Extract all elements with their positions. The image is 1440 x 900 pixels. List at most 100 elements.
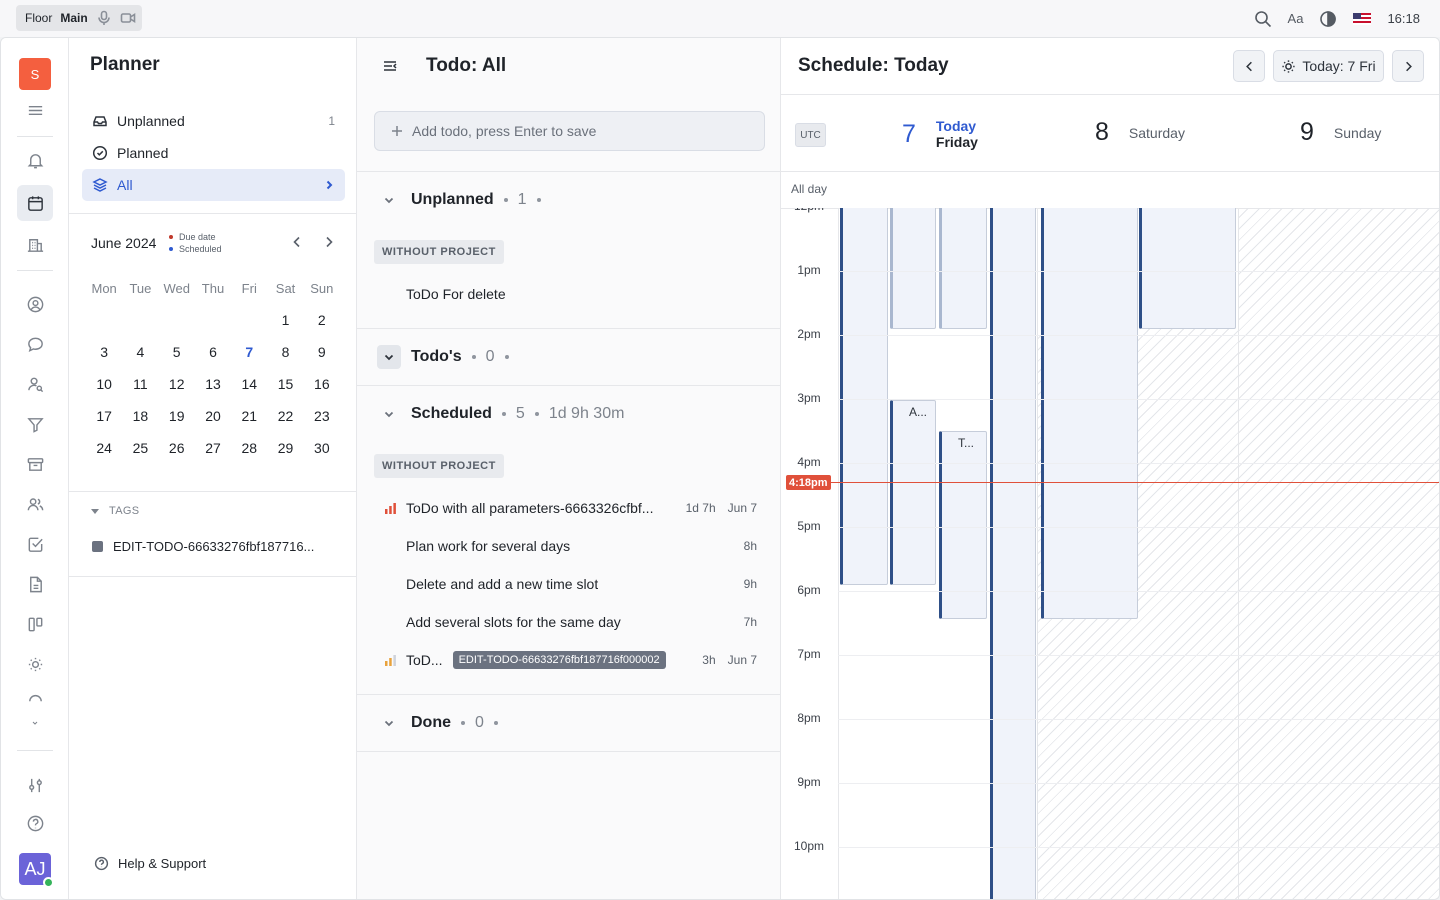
chevron-left-icon — [293, 236, 300, 248]
calendar-day[interactable]: 17 — [86, 408, 122, 424]
schedule-prev-button[interactable] — [1233, 50, 1265, 82]
tag-item[interactable]: EDIT-TODO-66633276fbf187716... — [92, 539, 342, 554]
chat-button[interactable] — [17, 326, 53, 362]
notifications-button[interactable] — [17, 142, 53, 178]
calendar-day[interactable]: 21 — [231, 408, 267, 424]
contrast-icon[interactable] — [1319, 10, 1337, 28]
expand-rail-button[interactable] — [17, 712, 53, 734]
today-button[interactable]: Today: 7 Fri — [1273, 50, 1384, 82]
help-button[interactable] — [17, 805, 53, 841]
add-todo-field[interactable] — [374, 111, 765, 151]
calendar-day[interactable]: 28 — [231, 440, 267, 456]
help-support-link[interactable]: Help & Support — [94, 856, 206, 871]
hr-button[interactable] — [17, 486, 53, 522]
todo-row[interactable]: ToDo with all parameters-6663326cfbf... … — [374, 489, 765, 527]
day-header-today[interactable]: 7 Today Friday — [902, 118, 978, 150]
section-todos-header[interactable]: Todo's 0 — [377, 345, 509, 369]
collapse-sidebar-button[interactable] — [381, 57, 399, 75]
calendar-day[interactable]: 26 — [159, 440, 195, 456]
microphone-icon[interactable] — [96, 10, 112, 26]
calendar-day[interactable]: 30 — [304, 440, 340, 456]
video-camera-icon[interactable] — [120, 10, 136, 26]
calendar-day[interactable]: 5 — [159, 344, 195, 360]
nav-item-unplanned[interactable]: Unplanned 1 — [82, 105, 345, 137]
todo-row[interactable]: Add several slots for the same day 7h — [374, 603, 765, 641]
calendar-day[interactable]: 22 — [267, 408, 303, 424]
calendar-day[interactable]: 23 — [304, 408, 340, 424]
section-unplanned-header[interactable]: Unplanned 1 — [377, 188, 541, 212]
section-toggle[interactable] — [377, 188, 401, 212]
section-toggle[interactable] — [377, 402, 401, 426]
tasks-button[interactable] — [17, 526, 53, 562]
section-done-header[interactable]: Done 0 — [377, 711, 498, 735]
calendar-day[interactable]: 20 — [195, 408, 231, 424]
calendar-day[interactable]: 8 — [267, 344, 303, 360]
calendar-day[interactable]: 16 — [304, 376, 340, 392]
calendar-day[interactable]: 14 — [231, 376, 267, 392]
day-header-sunday[interactable]: 9 Sunday — [1300, 118, 1381, 147]
calendar-day[interactable]: 13 — [195, 376, 231, 392]
workspace-switcher[interactable]: Floor Main — [16, 5, 142, 31]
event-block[interactable] — [1041, 208, 1138, 619]
calendar-day[interactable]: 18 — [122, 408, 158, 424]
calendar-day[interactable]: 6 — [195, 344, 231, 360]
section-toggle[interactable] — [377, 345, 401, 369]
schedule-next-button[interactable] — [1392, 50, 1424, 82]
event-block[interactable] — [840, 208, 888, 585]
tag-chip[interactable]: EDIT-TODO-66633276fbf187716f000002 — [452, 651, 666, 669]
event-block[interactable]: A... — [890, 400, 936, 585]
event-block[interactable] — [990, 208, 1036, 899]
search-icon[interactable] — [1254, 10, 1272, 28]
menu-button[interactable] — [17, 92, 53, 128]
event-title: T... — [958, 436, 975, 450]
calendar-day[interactable]: 15 — [267, 376, 303, 392]
calendar-day[interactable]: 10 — [86, 376, 122, 392]
event-block[interactable] — [890, 208, 936, 329]
calendar-day[interactable]: 27 — [195, 440, 231, 456]
day-header-saturday[interactable]: 8 Saturday — [1095, 118, 1185, 147]
calendar-day[interactable]: 11 — [122, 376, 158, 392]
calendar-day[interactable]: 1 — [267, 312, 303, 328]
planner-button[interactable] — [17, 185, 53, 221]
timezone-badge[interactable]: UTC — [795, 123, 826, 147]
section-toggle[interactable] — [377, 711, 401, 735]
boards-button[interactable] — [17, 606, 53, 642]
workspace-avatar[interactable]: S — [19, 58, 51, 90]
calendar-day[interactable]: 24 — [86, 440, 122, 456]
todo-row[interactable]: ToDo For delete — [374, 275, 765, 313]
documents-button[interactable] — [17, 566, 53, 602]
more-apps-button[interactable] — [17, 686, 53, 708]
calendar-day[interactable]: 29 — [267, 440, 303, 456]
calendar-day[interactable]: 9 — [304, 344, 340, 360]
todo-row[interactable]: Delete and add a new time slot 9h — [374, 565, 765, 603]
calendar-day[interactable]: 19 — [159, 408, 195, 424]
calendar-day[interactable]: 3 — [86, 344, 122, 360]
preferences-button[interactable] — [17, 767, 53, 803]
calendar-day[interactable]: 12 — [159, 376, 195, 392]
inventory-button[interactable] — [17, 446, 53, 482]
event-block[interactable] — [1139, 208, 1236, 329]
nav-item-planned[interactable]: Planned — [82, 137, 345, 169]
todo-row[interactable]: Plan work for several days 8h — [374, 527, 765, 565]
contacts-button[interactable] — [17, 286, 53, 322]
us-flag-icon[interactable] — [1353, 12, 1372, 25]
schedule-grid[interactable]: A... T... 12pm 1pm 2pm 3pm 4pm 5pm 6pm 7pm 8pm 9p… — [781, 208, 1439, 899]
leads-button[interactable] — [17, 406, 53, 442]
calendar-day[interactable]: 25 — [122, 440, 158, 456]
calendar-day[interactable]: 7 — [231, 344, 267, 360]
tags-section-toggle[interactable]: TAGS — [91, 505, 139, 517]
font-size-icon[interactable]: Aa — [1288, 11, 1304, 26]
add-todo-input[interactable] — [412, 123, 742, 139]
calendar-prev-month-button[interactable] — [289, 234, 305, 250]
office-button[interactable] — [17, 226, 53, 262]
settings-theme-button[interactable] — [17, 646, 53, 682]
recruiting-button[interactable] — [17, 366, 53, 402]
todo-row[interactable]: ToD... EDIT-TODO-66633276fbf187716f00000… — [374, 641, 765, 679]
user-avatar[interactable]: AJ — [19, 853, 54, 888]
calendar-day[interactable]: 2 — [304, 312, 340, 328]
nav-item-all[interactable]: All — [82, 169, 345, 201]
event-block[interactable] — [939, 208, 987, 329]
calendar-next-month-button[interactable] — [321, 234, 337, 250]
calendar-day[interactable]: 4 — [122, 344, 158, 360]
section-scheduled-header[interactable]: Scheduled 5 1d 9h 30m — [377, 402, 624, 426]
